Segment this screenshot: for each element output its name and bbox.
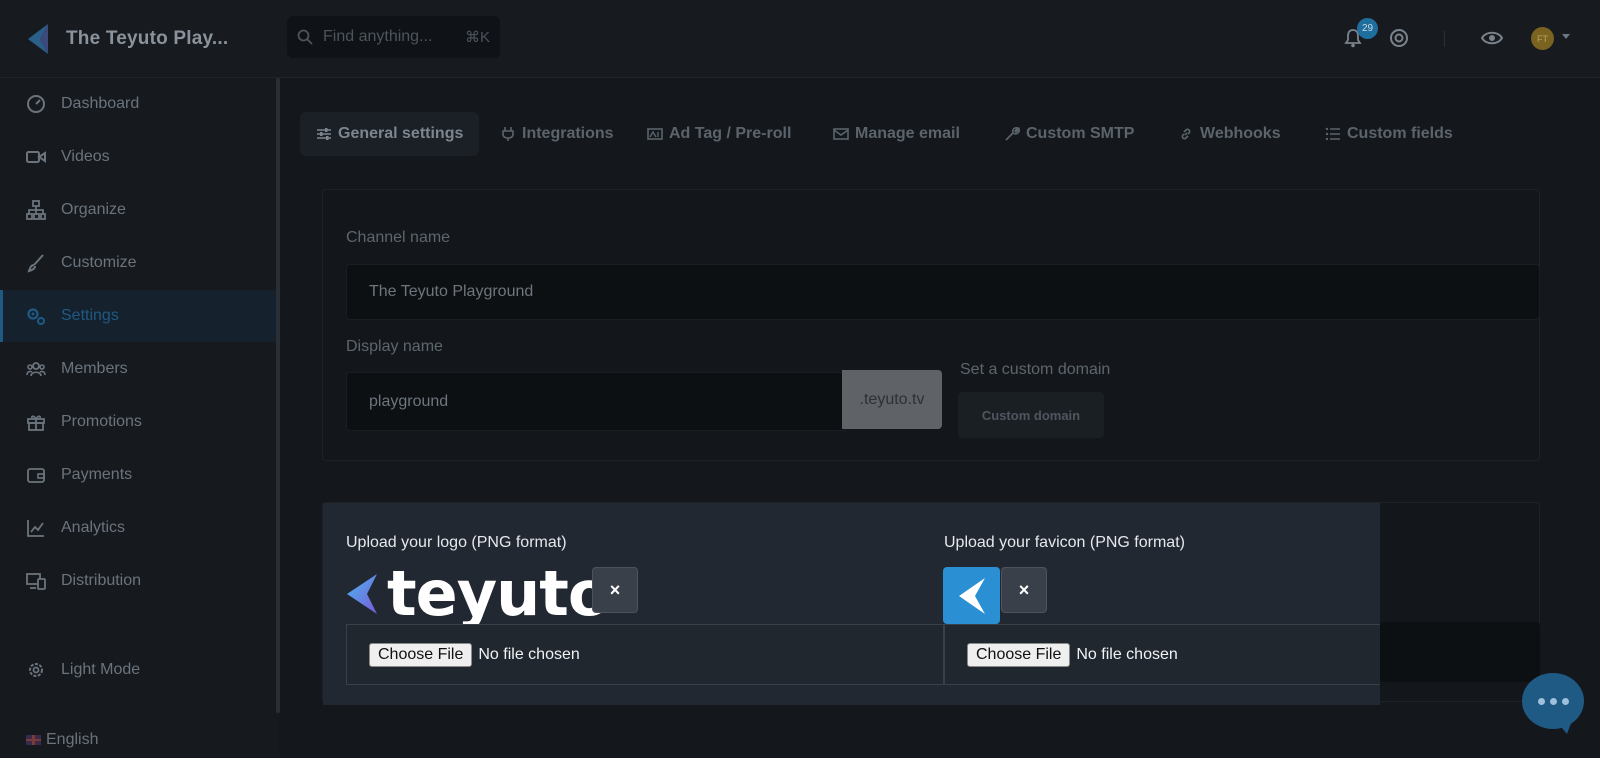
close-icon: × [1018, 579, 1030, 600]
logo-wordmark: teyuto [387, 557, 610, 630]
hidden-input [1380, 622, 1540, 682]
light-mode-toggle[interactable]: Light Mode [0, 644, 276, 696]
gear-icon [29, 663, 43, 677]
sidebar-item-label: Dashboard [61, 95, 140, 112]
search-placeholder: Find anything... [323, 28, 433, 45]
uk-flag-icon [26, 735, 41, 745]
tab-general-settings[interactable]: General settings [300, 112, 480, 156]
sidebar-item-members[interactable]: Members [0, 343, 276, 395]
logo-file-input[interactable]: Choose File No file chosen [346, 624, 944, 685]
ad-icon [647, 128, 663, 140]
sidebar-item-settings[interactable]: Settings [0, 290, 276, 342]
lifebuoy-icon[interactable] [1388, 27, 1410, 49]
top-bar: The Teyuto Play... Find anything... ⌘K 2… [0, 0, 1600, 78]
search-icon [297, 29, 313, 45]
sliders-icon [317, 128, 331, 140]
sidebar-item-label: Payments [61, 466, 133, 483]
wrench-icon [1005, 127, 1020, 141]
tab-label: General settings [338, 125, 464, 142]
teyuto-logo-icon [347, 574, 377, 614]
topbar-divider [1444, 31, 1445, 47]
domain-suffix: .teyuto.tv [842, 370, 942, 429]
file-status: No file chosen [478, 645, 580, 663]
light-mode-label: Light Mode [61, 661, 141, 678]
tab-integrations[interactable]: Integrations [500, 112, 614, 156]
channel-title: The Teyuto Play... [66, 28, 229, 49]
logo-preview: teyuto [345, 557, 610, 630]
remove-logo-button[interactable]: × [592, 567, 638, 613]
sidebar-item-customize[interactable]: Customize [0, 237, 276, 289]
list-icon [1325, 127, 1340, 141]
channel-name-label: Channel name [346, 229, 451, 246]
tab-label: Webhooks [1200, 125, 1281, 142]
sidebar-item-payments[interactable]: Payments [0, 449, 276, 501]
remove-favicon-button[interactable]: × [1001, 567, 1047, 613]
display-name-label: Display name [346, 338, 443, 355]
sidebar-item-analytics[interactable]: Analytics [0, 502, 276, 554]
sidebar-item-distribution[interactable]: Distribution [0, 555, 276, 607]
devices-icon [26, 573, 46, 590]
tab-label: Integrations [522, 125, 614, 142]
close-icon: × [609, 579, 621, 600]
favicon-upload-label: Upload your favicon (PNG format) [944, 534, 1185, 551]
chevron-down-icon[interactable] [1562, 34, 1570, 39]
notification-badge: 29 [1357, 18, 1378, 39]
plug-icon [502, 127, 514, 141]
tab-label: Custom SMTP [1026, 125, 1135, 142]
chat-button[interactable] [1522, 673, 1584, 729]
tab-ad-tag[interactable]: Ad Tag / Pre-roll [647, 112, 791, 156]
users-icon [26, 362, 46, 377]
brush-icon [27, 254, 44, 273]
sidebar-item-label: Videos [61, 148, 110, 165]
teyuto-favicon-icon [958, 577, 985, 614]
chart-line-icon [27, 520, 44, 537]
logo-upload-label: Upload your logo (PNG format) [346, 534, 567, 551]
wallet-icon [27, 468, 45, 483]
sidebar-item-dashboard[interactable]: Dashboard [0, 78, 276, 130]
tab-custom-fields[interactable]: Custom fields [1325, 112, 1453, 156]
sitemap-icon [26, 200, 46, 220]
favicon-file-input[interactable]: Choose File No file chosen [944, 624, 1380, 685]
custom-domain-button[interactable]: Custom domain [958, 392, 1104, 438]
gift-icon [27, 415, 45, 431]
custom-domain-label: Set a custom domain [960, 361, 1111, 378]
sidebar-item-label: Customize [61, 254, 137, 271]
teyuto-logo-icon [28, 24, 48, 54]
search-input[interactable]: Find anything... ⌘K [287, 16, 500, 58]
channel-name-input[interactable]: The Teyuto Playground [346, 264, 1540, 320]
video-icon [26, 151, 46, 163]
tab-manage-email[interactable]: Manage email [833, 112, 960, 156]
file-status: No file chosen [1076, 645, 1178, 663]
sidebar-item-label: Distribution [61, 572, 142, 589]
avatar[interactable]: FT [1531, 27, 1554, 50]
eye-icon[interactable] [1481, 27, 1503, 49]
dashboard-icon [27, 95, 45, 113]
tab-label: Custom fields [1347, 125, 1453, 142]
tab-custom-smtp[interactable]: Custom SMTP [1004, 112, 1134, 156]
tab-label: Manage email [855, 125, 960, 142]
brand[interactable]: The Teyuto Play... [26, 22, 228, 56]
chat-dots-icon [1537, 697, 1569, 705]
display-name-input[interactable]: playground [346, 372, 846, 431]
sidebar-item-label: Analytics [61, 519, 126, 536]
sidebar-item-label: Promotions [61, 413, 142, 430]
sidebar-item-videos[interactable]: Videos [0, 131, 276, 183]
sidebar-item-label: Organize [61, 201, 126, 218]
gears-icon [27, 308, 45, 325]
sidebar-item-promotions[interactable]: Promotions [0, 396, 276, 448]
sidebar-item-organize[interactable]: Organize [0, 184, 276, 236]
tab-webhooks[interactable]: Webhooks [1178, 112, 1281, 156]
favicon-preview [943, 567, 1000, 624]
choose-file-button[interactable]: Choose File [967, 642, 1071, 667]
language-selector[interactable]: English [26, 731, 98, 749]
choose-file-button[interactable]: Choose File [369, 642, 473, 667]
tab-label: Ad Tag / Pre-roll [669, 125, 792, 142]
sidebar-item-label: Settings [61, 307, 119, 324]
language-label: English [46, 731, 99, 748]
sidebar-item-label: Members [61, 360, 128, 377]
envelope-icon [833, 128, 849, 140]
search-shortcut: ⌘K [464, 29, 490, 46]
link-icon [1181, 128, 1191, 140]
sidebar-scrollbar[interactable] [276, 78, 280, 713]
